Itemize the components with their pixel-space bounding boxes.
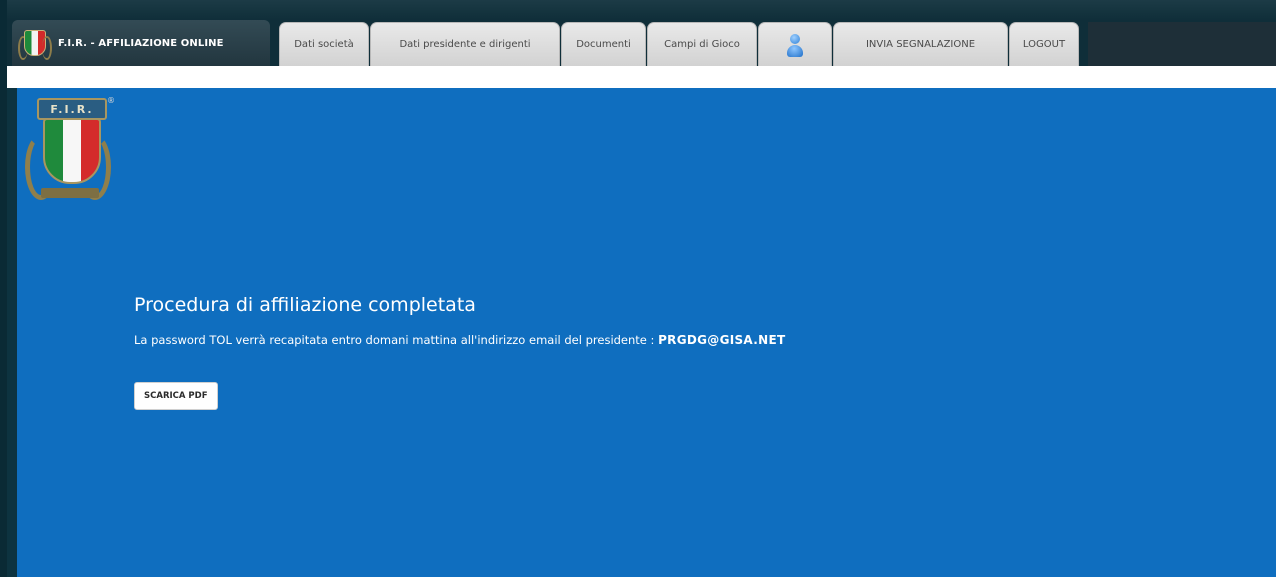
brand-tab[interactable]: F.I.R. - AFFILIAZIONE ONLINE: [12, 20, 270, 66]
logo-ribbon: [41, 188, 99, 198]
tab-invia-segnalazione[interactable]: INVIA SEGNALAZIONE: [833, 22, 1008, 66]
main-nav: Dati società Dati presidente e dirigenti…: [279, 22, 1080, 66]
left-frame: [0, 0, 7, 577]
president-email: PRGDG@GISA.NET: [658, 333, 786, 347]
topbar-shade: [1088, 22, 1276, 66]
tab-dati-presidente-dirigenti[interactable]: Dati presidente e dirigenti: [370, 22, 560, 66]
fir-small-logo-icon: [18, 26, 52, 60]
confirmation-message: La password TOL verrà recapitata entro d…: [134, 333, 785, 347]
tab-documenti[interactable]: Documenti: [561, 22, 646, 66]
registered-mark: ®: [107, 96, 115, 105]
tab-dati-societa[interactable]: Dati società: [279, 22, 369, 66]
message-text: La password TOL verrà recapitata entro d…: [134, 333, 659, 347]
page-title: Procedura di affiliazione completata: [134, 294, 476, 316]
header-separator: [7, 66, 1276, 88]
user-icon: [786, 32, 804, 58]
fir-logo-banner: F.I.R.: [37, 98, 107, 120]
download-pdf-button[interactable]: SCARICA PDF: [134, 382, 218, 410]
tab-user-profile[interactable]: [758, 22, 832, 66]
fir-logo-icon: F.I.R. ®: [23, 96, 115, 208]
italian-flag-shield: [43, 118, 101, 184]
main-content: F.I.R. ® Procedura di affiliazione compl…: [17, 88, 1276, 577]
brand-title: F.I.R. - AFFILIAZIONE ONLINE: [58, 37, 224, 49]
tab-logout[interactable]: LOGOUT: [1009, 22, 1079, 66]
tab-campi-di-gioco[interactable]: Campi di Gioco: [647, 22, 757, 66]
